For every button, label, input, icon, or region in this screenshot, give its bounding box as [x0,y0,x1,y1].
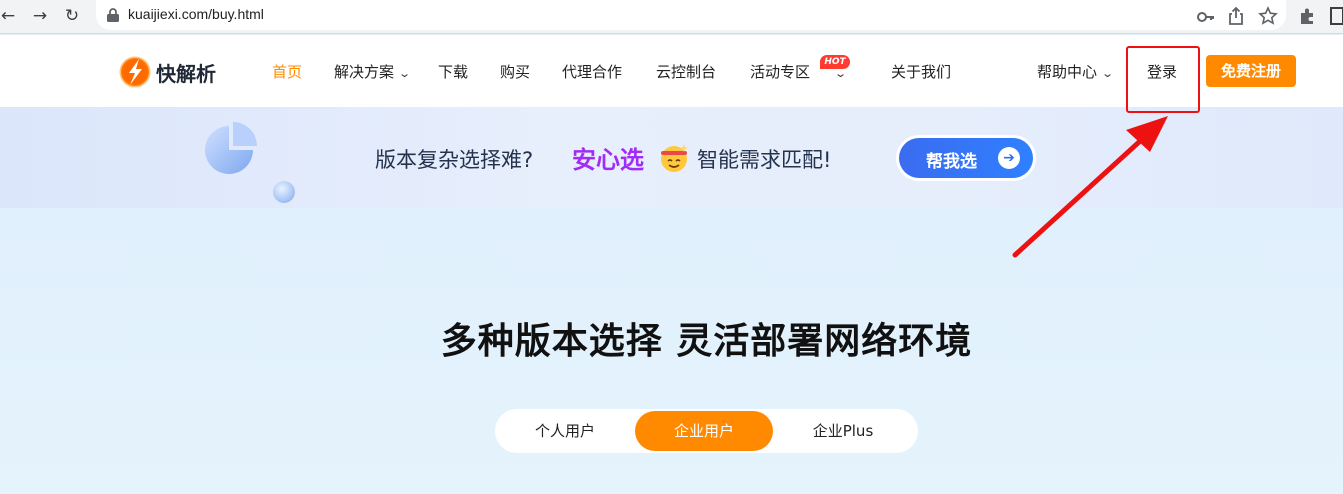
help-me-choose-button[interactable]: 帮我选 ➔ [899,138,1033,178]
chevron-down-icon: ⌄ [398,67,412,80]
cta-label: 帮我选 [926,152,977,172]
tab-personal[interactable]: 个人用户 [505,411,625,451]
nav-item-help[interactable]: 帮助中心 ⌄ [1037,61,1115,82]
chevron-down-icon: ⌄ [1101,67,1115,80]
url-text[interactable]: kuaijiexi.com/buy.html [128,6,264,22]
pie-chart-icon [205,122,257,174]
window-icon[interactable] [1330,7,1343,25]
nav-item-agency[interactable]: 代理合作 [562,61,622,82]
banner-text-2: 智能需求匹配! [697,148,832,172]
lock-icon [107,8,119,22]
address-bar[interactable]: kuaijiexi.com/buy.html [96,0,1286,30]
nav-item-solutions[interactable]: 解决方案 ⌄ [334,61,412,82]
back-arrow-icon[interactable]: ← [0,4,20,28]
forward-arrow-icon[interactable]: → [28,4,52,28]
nav-item-home[interactable]: 首页 [272,61,302,82]
register-button[interactable]: 免费注册 [1206,55,1296,87]
tab-enterprise-plus[interactable]: 企业Plus [783,411,903,451]
smiley-emoji-icon [661,144,688,172]
nav-item-download[interactable]: 下载 [438,61,468,82]
banner-text: 版本复杂选择难? [375,148,534,172]
banner-highlight: 安心选 [572,146,644,174]
nav-item-buy[interactable]: 购买 [500,61,530,82]
nav-item-label: 解决方案 [334,63,395,81]
page-title: 多种版本选择 灵活部署网络环境 [440,321,973,362]
extensions-icon[interactable] [1298,6,1318,26]
browser-toolbar: ← → ↻ kuaijiexi.com/buy.html [0,0,1343,34]
nav-item-about[interactable]: 关于我们 [891,61,951,82]
reload-icon[interactable]: ↻ [60,4,84,28]
nav-item-label: 活动专区 [750,63,811,81]
hot-badge: HOT [820,55,850,69]
key-icon[interactable] [1196,7,1216,27]
arrow-right-icon: ➔ [998,147,1020,169]
annotation-highlight-box [1126,46,1200,113]
nav-item-label: 帮助中心 [1037,63,1098,81]
logo-text: 快解析 [156,61,216,86]
decorative-ball [273,181,295,203]
user-type-tabs: 个人用户 企业用户 企业Plus [495,409,918,453]
star-icon[interactable] [1258,6,1278,26]
share-icon[interactable] [1227,6,1245,26]
nav-item-console[interactable]: 云控制台 [656,61,716,82]
tab-enterprise[interactable]: 企业用户 [635,411,773,451]
logo-mark-icon [119,56,151,88]
logo[interactable]: 快解析 [118,55,216,89]
